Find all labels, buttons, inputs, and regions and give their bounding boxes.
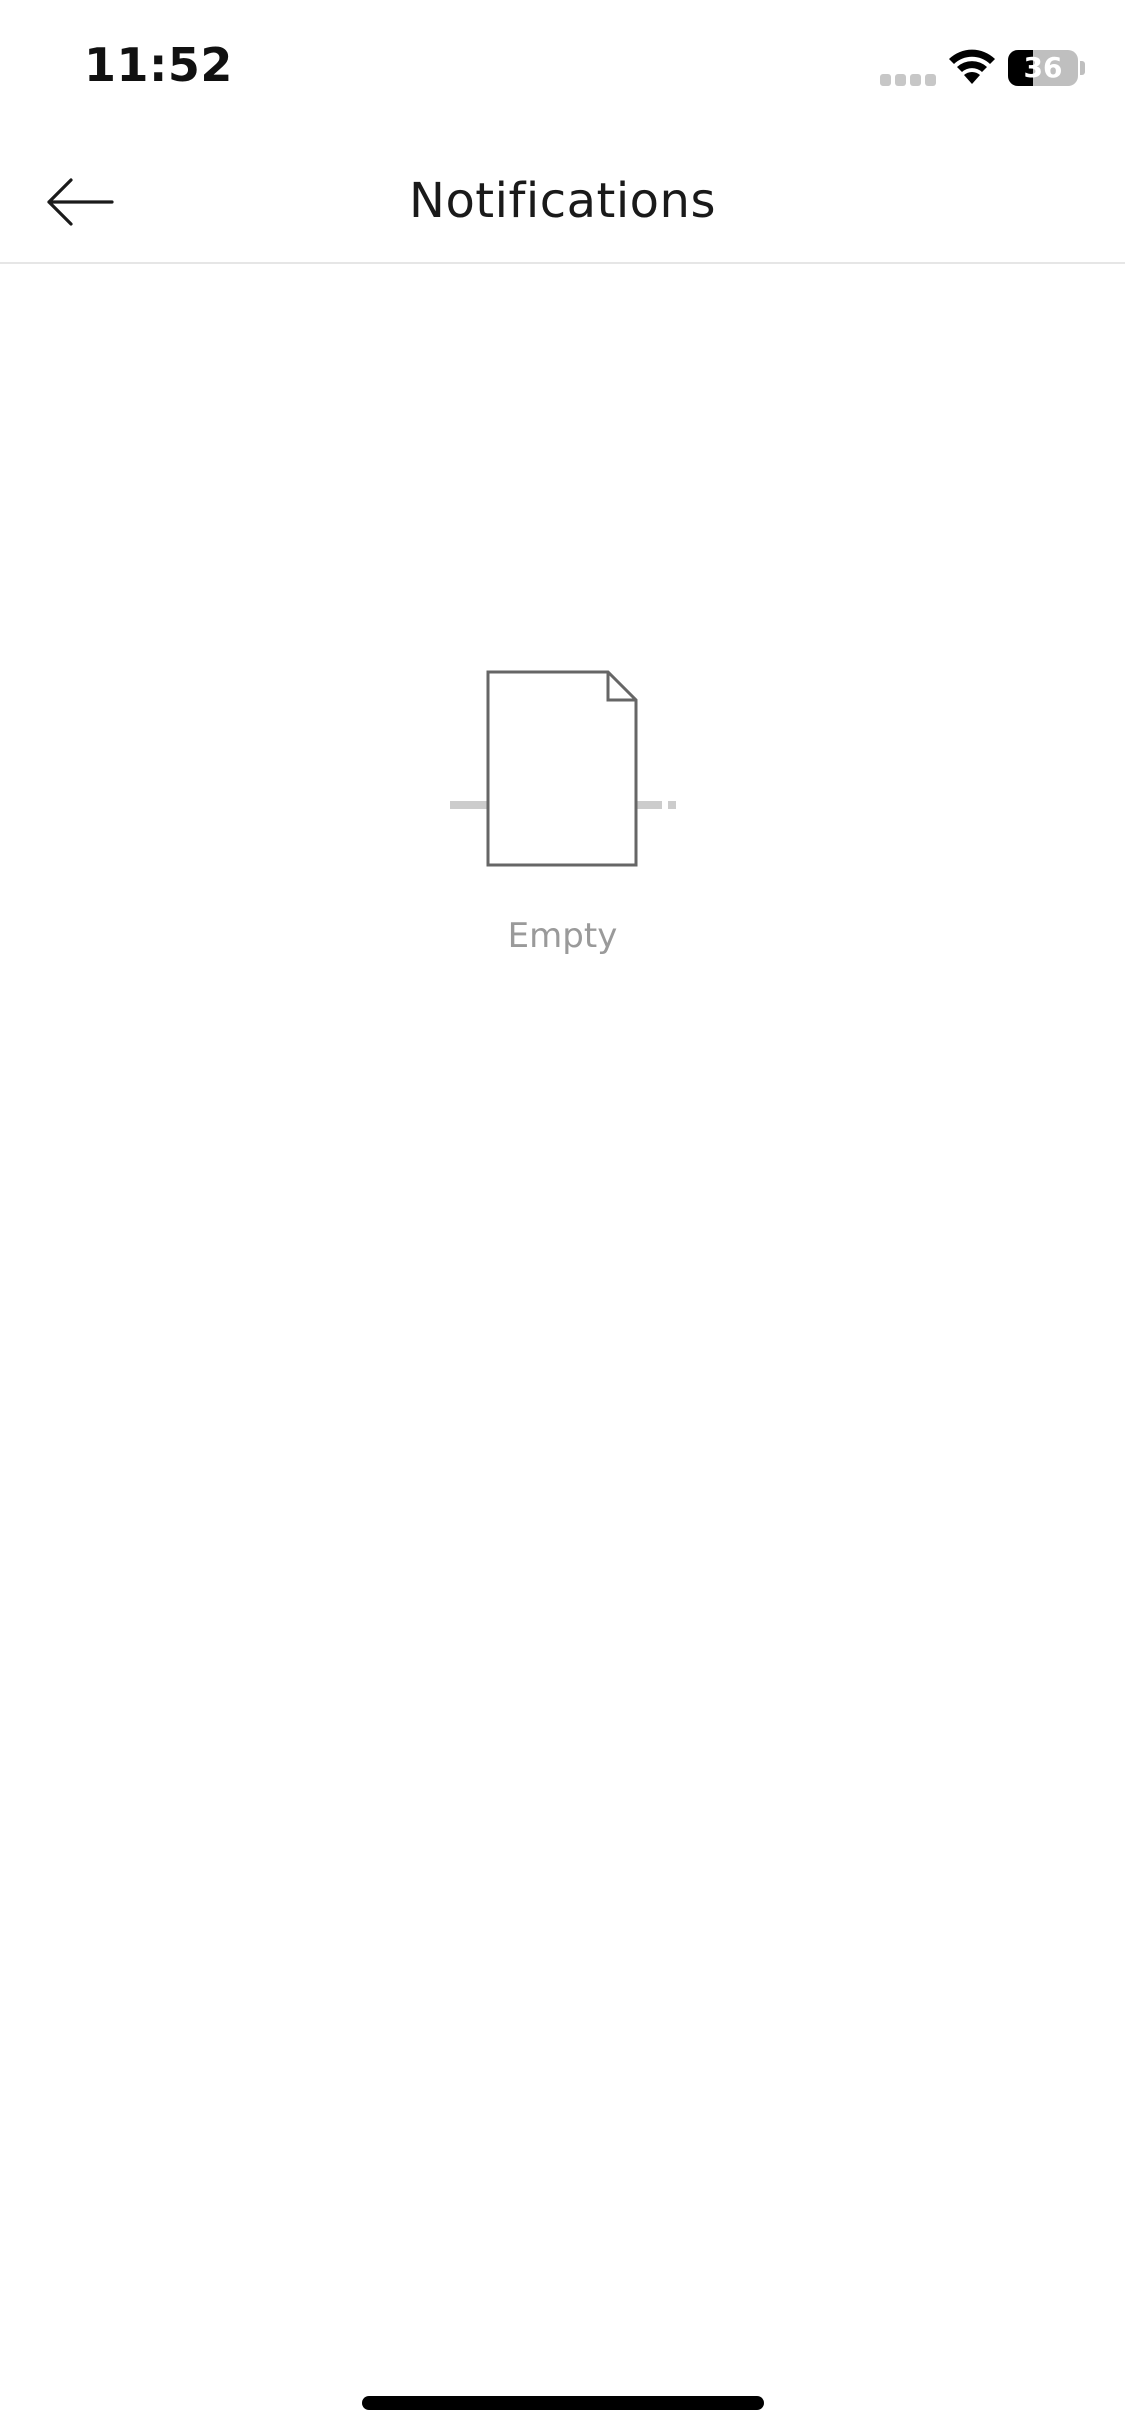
navigation-header: Notifications [0,140,1125,264]
status-time: 11:52 [84,38,233,92]
battery-cap [1080,61,1085,75]
empty-state-label: Empty [507,916,618,956]
battery-level: 36 [1023,51,1063,84]
status-bar: 11:52 36 [0,0,1125,140]
page-title: Notifications [409,173,716,229]
cellular-signal-icon [880,74,936,86]
empty-document-icon [450,670,676,867]
battery-icon: 36 [1008,50,1078,86]
empty-state: Empty [0,660,1125,980]
home-indicator[interactable] [362,2396,764,2410]
wifi-icon [949,49,995,84]
